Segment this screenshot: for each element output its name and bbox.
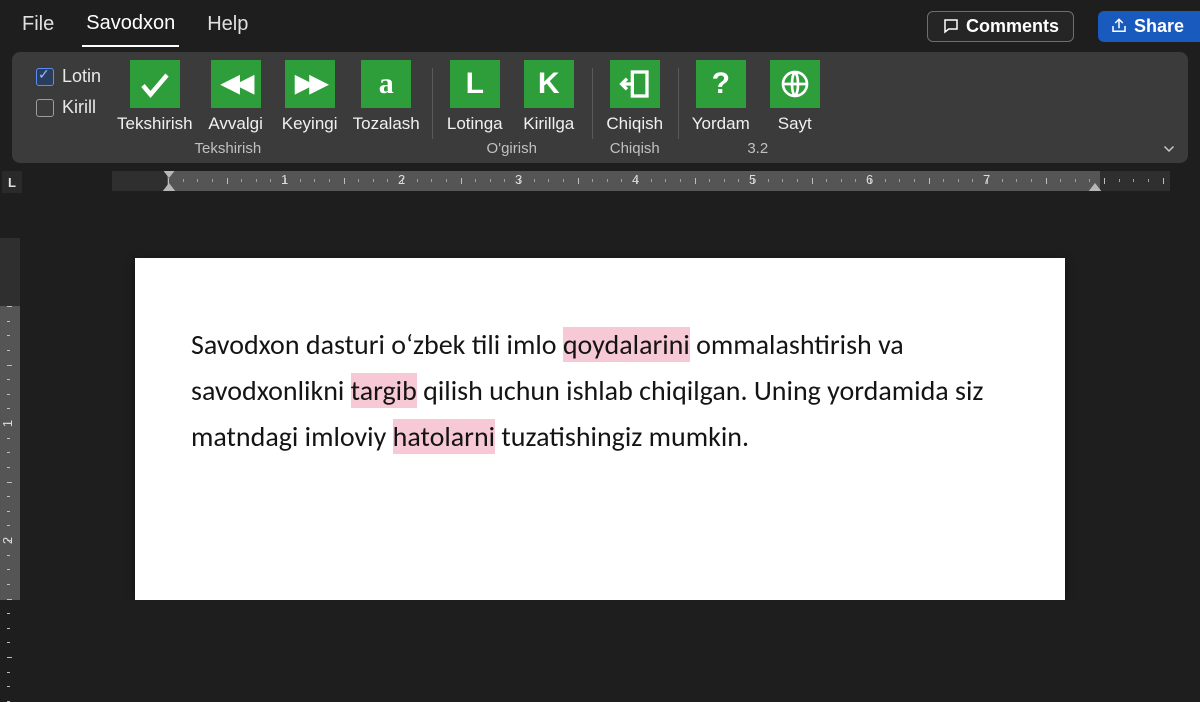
checkbox-lotin-box[interactable] (36, 68, 54, 86)
right-indent-marker[interactable] (1088, 183, 1102, 191)
ruler-number: 3 (515, 172, 522, 187)
spell-error[interactable]: targib (351, 373, 417, 408)
ruler-number: 2 (398, 172, 405, 187)
avvalgi-label: Avvalgi (208, 114, 263, 134)
check-icon (137, 66, 173, 102)
share-button[interactable]: Share (1098, 11, 1200, 42)
ribbon: Lotin Kirill Tekshirish ◀◀ Avvalgi ▶▶ Ke… (12, 52, 1188, 163)
ruler-number: 7 (983, 172, 990, 187)
group-label-chiqish: Chiqish (610, 140, 660, 157)
group-label-ogirish: O'girish (487, 140, 537, 157)
chiqish-button[interactable]: Chiqish (604, 60, 666, 134)
ribbon-group-tekshirish: Lotin Kirill Tekshirish ◀◀ Avvalgi ▶▶ Ke… (24, 60, 432, 159)
lotinga-label: Lotinga (447, 114, 503, 134)
document-page[interactable]: Savodxon dasturi oʻzbek tili imlo qoydal… (135, 258, 1065, 600)
checkbox-lotin-label: Lotin (62, 66, 101, 87)
ruler-number: 6 (866, 172, 873, 187)
ribbon-group-ogirish: L Lotinga K Kirillga O'girish (432, 60, 592, 159)
paragraph-1[interactable]: Savodxon dasturi oʻzbek tili imlo qoydal… (191, 322, 1009, 461)
ruler-number: 1 (281, 172, 288, 187)
yordam-label: Yordam (692, 114, 750, 134)
checkbox-kirill-label: Kirill (62, 97, 96, 118)
ribbon-group-version: ? Yordam Sayt 3.2 (678, 60, 838, 159)
share-label: Share (1134, 16, 1184, 37)
avvalgi-button[interactable]: ◀◀ Avvalgi (205, 60, 267, 134)
tekshirish-label: Tekshirish (117, 114, 193, 134)
ribbon-group-chiqish: Chiqish Chiqish (592, 60, 678, 159)
keyingi-label: Keyingi (282, 114, 338, 134)
clear-icon: a (379, 69, 394, 99)
first-line-indent-marker[interactable] (162, 171, 176, 178)
menu-file[interactable]: File (18, 7, 58, 46)
menu-savodxon[interactable]: Savodxon (82, 6, 179, 47)
kirillga-label: Kirillga (523, 114, 574, 134)
tab-selector[interactable]: L (2, 171, 22, 193)
group-label-tekshirish: Tekshirish (195, 140, 262, 157)
tozalash-label: Tozalash (353, 114, 420, 134)
document-viewport: Savodxon dasturi oʻzbek tili imlo qoydal… (0, 238, 1200, 600)
letter-k-icon: K (538, 69, 560, 99)
checkbox-kirill[interactable]: Kirill (36, 97, 101, 118)
tekshirish-button[interactable]: Tekshirish (117, 60, 193, 134)
script-checkbox-column: Lotin Kirill (36, 66, 101, 118)
horizontal-ruler[interactable]: 1 2 3 4 5 6 7 (112, 171, 1170, 191)
ribbon-collapse-chevron-icon[interactable] (1160, 139, 1178, 157)
prev-icon: ◀◀ (221, 72, 250, 96)
sayt-button[interactable]: Sayt (764, 60, 826, 134)
spell-error[interactable]: hatolarni (393, 419, 495, 454)
share-icon (1110, 17, 1128, 35)
tozalash-button[interactable]: a Tozalash (353, 60, 420, 134)
text-run: tuzatishingiz mumkin. (495, 419, 749, 454)
letter-l-icon: L (466, 69, 484, 99)
comment-icon (942, 17, 960, 35)
globe-icon (779, 68, 811, 100)
ruler-row: L 1 2 3 4 5 6 7 (0, 171, 1200, 197)
spell-error[interactable]: qoydalarini (563, 327, 690, 362)
comments-button[interactable]: Comments (927, 11, 1074, 42)
chiqish-label: Chiqish (606, 114, 663, 134)
lotinga-button[interactable]: L Lotinga (444, 60, 506, 134)
menu-bar: File Savodxon Help Comments Share (0, 0, 1200, 52)
ruler-number: 5 (749, 172, 756, 187)
kirillga-button[interactable]: K Kirillga (518, 60, 580, 134)
checkbox-lotin[interactable]: Lotin (36, 66, 101, 87)
yordam-button[interactable]: ? Yordam (690, 60, 752, 134)
exit-icon (619, 68, 651, 100)
help-icon: ? (712, 69, 730, 99)
keyingi-button[interactable]: ▶▶ Keyingi (279, 60, 341, 134)
text-run: Savodxon dasturi oʻzbek tili imlo (191, 327, 563, 362)
sayt-label: Sayt (778, 114, 812, 134)
ruler-number: 4 (632, 172, 639, 187)
next-icon: ▶▶ (295, 72, 324, 96)
left-indent-marker[interactable] (162, 183, 176, 191)
checkbox-kirill-box[interactable] (36, 99, 54, 117)
comments-label: Comments (966, 16, 1059, 37)
group-label-version: 3.2 (747, 140, 768, 157)
menu-help[interactable]: Help (203, 7, 252, 46)
